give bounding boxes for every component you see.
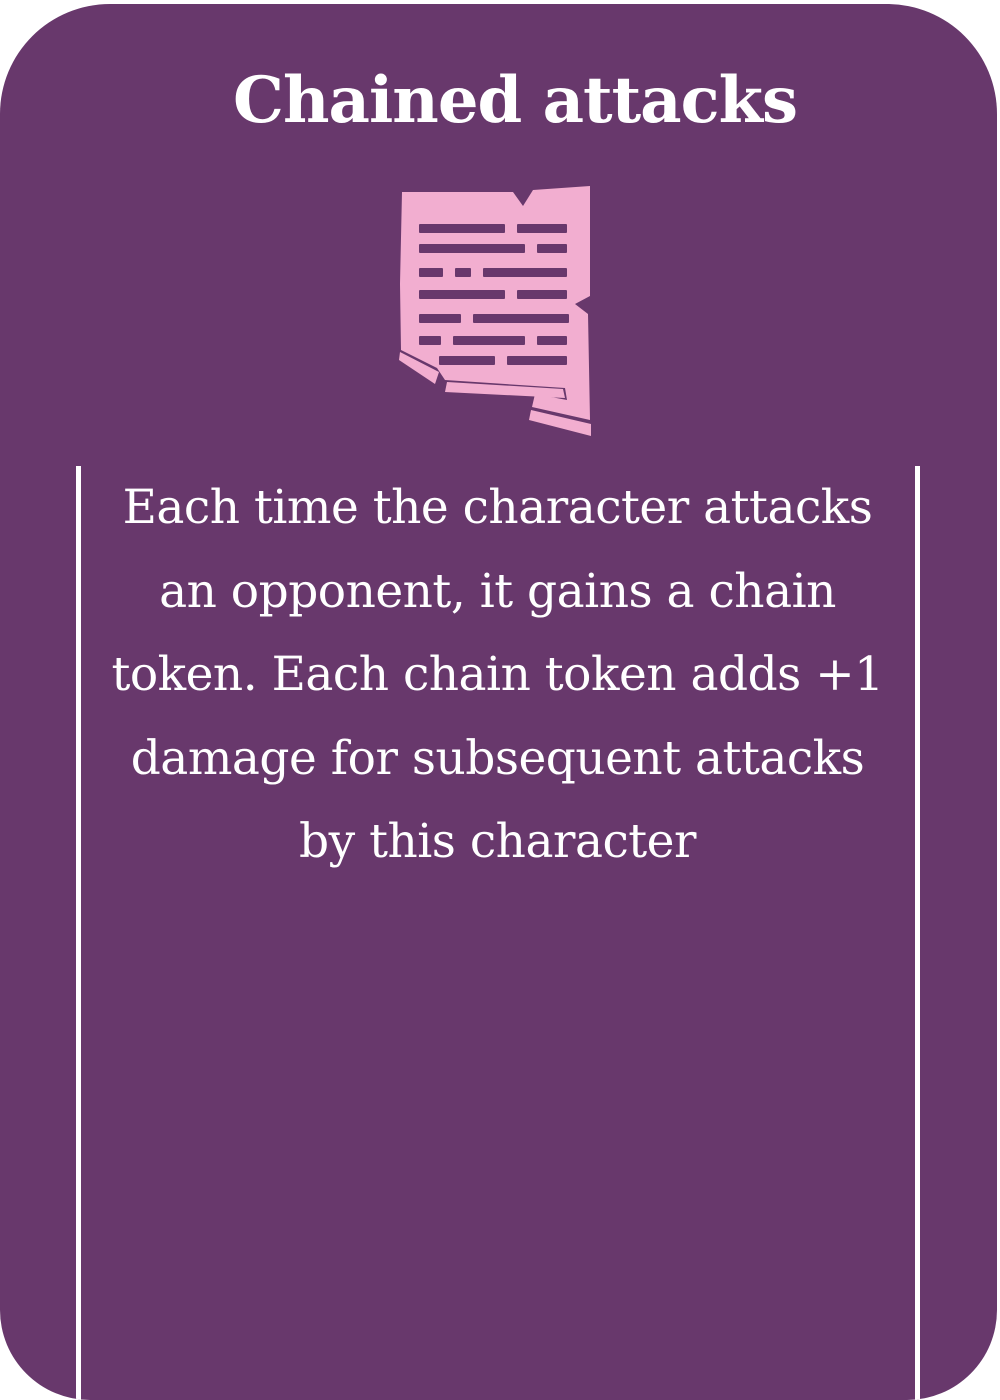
left-border-rule	[76, 466, 81, 1400]
card-description: Each time the character attacks an oppon…	[111, 480, 884, 869]
ability-card: Chained attacks Each time the character …	[0, 4, 997, 1400]
right-border-rule	[915, 466, 920, 1400]
torn-scroll-icon	[395, 184, 595, 440]
card-title: Chained attacks	[233, 63, 798, 138]
